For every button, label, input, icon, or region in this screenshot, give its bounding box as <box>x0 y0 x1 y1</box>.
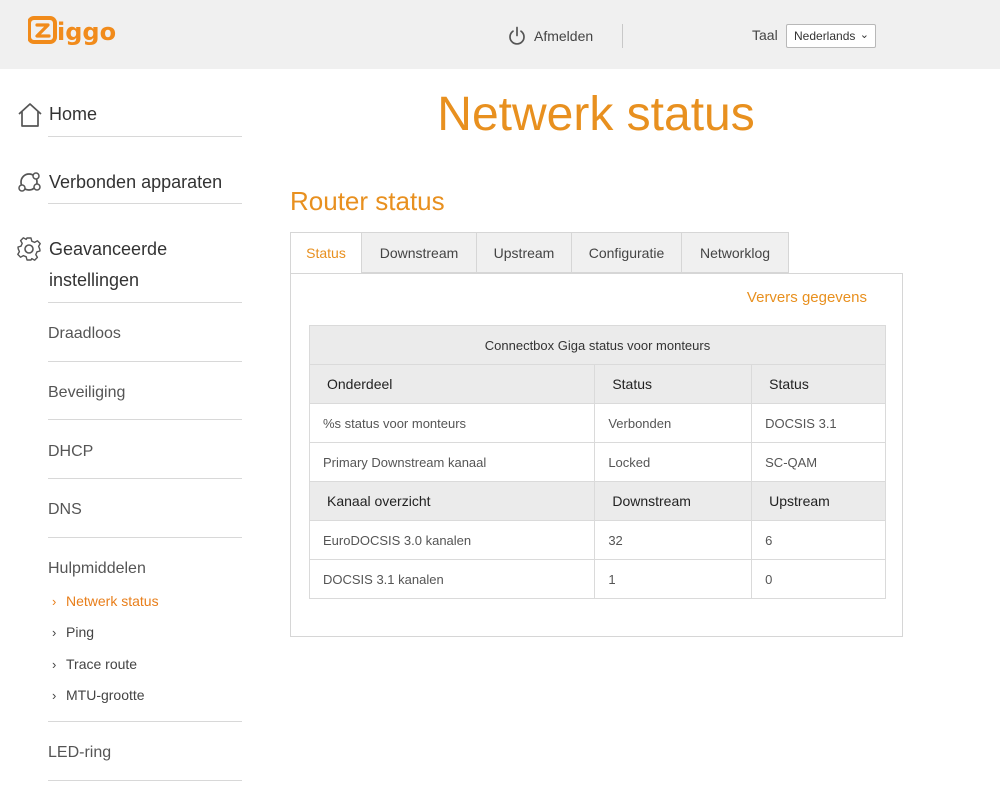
sidebar-item-connected-devices[interactable]: Verbonden apparaten <box>16 166 242 200</box>
section-title: Router status <box>290 186 445 216</box>
tab-configuratie[interactable]: Configuratie <box>571 232 682 273</box>
table-row: DOCSIS 3.1 kanalen 1 0 <box>308 559 886 599</box>
divider <box>48 537 242 538</box>
sidebar-subitem-netwerk-status[interactable]: › Netwerk status <box>52 593 159 609</box>
power-icon <box>509 26 525 45</box>
sidebar-item-label-line1: Geavanceerde <box>49 239 168 259</box>
sidebar-item-wireless[interactable]: Draadloos <box>48 325 121 343</box>
devices-icon <box>18 172 41 192</box>
chevron-right-icon: › <box>52 687 57 703</box>
sidebar-subitem-trace-route[interactable]: › Trace route <box>52 656 137 672</box>
table-cell: 6 <box>751 520 886 560</box>
top-bar: iggo Afmelden Taal Nederlands ⌄ <box>0 0 1000 69</box>
sidebar-item-security[interactable]: Beveiliging <box>48 384 125 402</box>
divider <box>48 203 242 204</box>
column-header: Downstream <box>594 481 753 521</box>
sidebar-item-dhcp[interactable]: DHCP <box>48 443 93 461</box>
table-caption: Connectbox Giga status voor monteurs <box>309 325 886 365</box>
sidebar-item-dns[interactable]: DNS <box>48 501 82 519</box>
chevron-down-icon: ⌄ <box>859 29 869 41</box>
status-table: Connectbox Giga status voor monteurs Ond… <box>308 325 886 599</box>
chevron-right-icon: › <box>52 593 57 609</box>
sidebar-subitem-label: Trace route <box>66 656 138 672</box>
tab-downstream[interactable]: Downstream <box>361 232 477 273</box>
divider <box>48 302 242 303</box>
language-selected-value: Nederlands <box>794 29 856 43</box>
table-cell: SC-QAM <box>751 442 886 482</box>
sidebar-item-home[interactable]: Home <box>16 98 242 132</box>
sidebar-item-label-line2: instellingen <box>49 270 140 290</box>
sidebar-subitem-label: Ping <box>66 624 95 640</box>
divider <box>48 419 242 420</box>
divider <box>48 136 242 137</box>
sidebar-item-advanced-settings[interactable]: Geavanceerde instellingen <box>16 233 242 297</box>
logo-text: iggo <box>57 18 116 46</box>
ziggo-logo[interactable]: iggo <box>28 14 116 48</box>
table-header-row: Onderdeel Status Status <box>308 364 886 404</box>
home-icon <box>18 103 42 127</box>
table-cell: 1 <box>594 559 753 599</box>
column-header: Upstream <box>751 481 886 521</box>
table-row: EuroDOCSIS 3.0 kanalen 32 6 <box>308 520 886 560</box>
sidebar-subitem-ping[interactable]: › Ping <box>52 624 94 640</box>
table-cell: Verbonden <box>594 403 753 443</box>
table-header-row: Kanaal overzicht Downstream Upstream <box>308 481 886 521</box>
language-select[interactable]: Nederlands ⌄ <box>786 24 876 48</box>
table-cell: Primary Downstream kanaal <box>308 442 596 482</box>
tab-networklog[interactable]: Networklog <box>681 232 789 273</box>
logout-button[interactable]: Afmelden <box>507 24 593 48</box>
tab-upstream[interactable]: Upstream <box>476 232 572 273</box>
table-cell: %s status voor monteurs <box>308 403 596 443</box>
header-divider <box>622 24 623 48</box>
table-row: Primary Downstream kanaal Locked SC-QAM <box>308 442 886 482</box>
divider <box>48 361 242 362</box>
table-cell: Locked <box>594 442 753 482</box>
divider <box>48 721 242 722</box>
sidebar-subitem-label: Netwerk status <box>66 593 159 609</box>
chevron-right-icon: › <box>52 656 57 672</box>
gear-icon <box>17 237 41 261</box>
chevron-right-icon: › <box>52 624 57 640</box>
logout-label: Afmelden <box>534 28 594 44</box>
column-header: Onderdeel <box>308 364 596 404</box>
table-cell: 32 <box>594 520 753 560</box>
table-cell: DOCSIS 3.1 kanalen <box>308 559 596 599</box>
sidebar-item-label: Home <box>49 104 98 124</box>
table-row: %s status voor monteurs Verbonden DOCSIS… <box>308 403 886 443</box>
tab-status[interactable]: Status <box>290 232 362 274</box>
status-panel: Ververs gegevens Connectbox Giga status … <box>290 273 903 637</box>
sidebar-item-led-ring[interactable]: LED-ring <box>48 744 111 762</box>
table-cell: 0 <box>751 559 886 599</box>
sidebar-item-tools[interactable]: Hulpmiddelen <box>48 560 146 578</box>
column-header: Status <box>594 364 753 404</box>
column-header: Kanaal overzicht <box>308 481 596 521</box>
table-cell: EuroDOCSIS 3.0 kanalen <box>308 520 596 560</box>
sidebar-subitem-mtu-size[interactable]: › MTU-grootte <box>52 687 145 703</box>
sidebar-item-label: Verbonden apparaten <box>49 172 223 192</box>
sidebar-subitem-label: MTU-grootte <box>66 687 145 703</box>
divider <box>48 780 242 781</box>
table-caption-row: Connectbox Giga status voor monteurs <box>309 325 886 365</box>
refresh-link[interactable]: Ververs gegevens <box>747 289 867 306</box>
language-label: Taal <box>752 27 778 43</box>
column-header: Status <box>751 364 886 404</box>
page-title: Netwerk status <box>437 88 755 141</box>
table-cell: DOCSIS 3.1 <box>751 403 886 443</box>
divider <box>48 478 242 479</box>
